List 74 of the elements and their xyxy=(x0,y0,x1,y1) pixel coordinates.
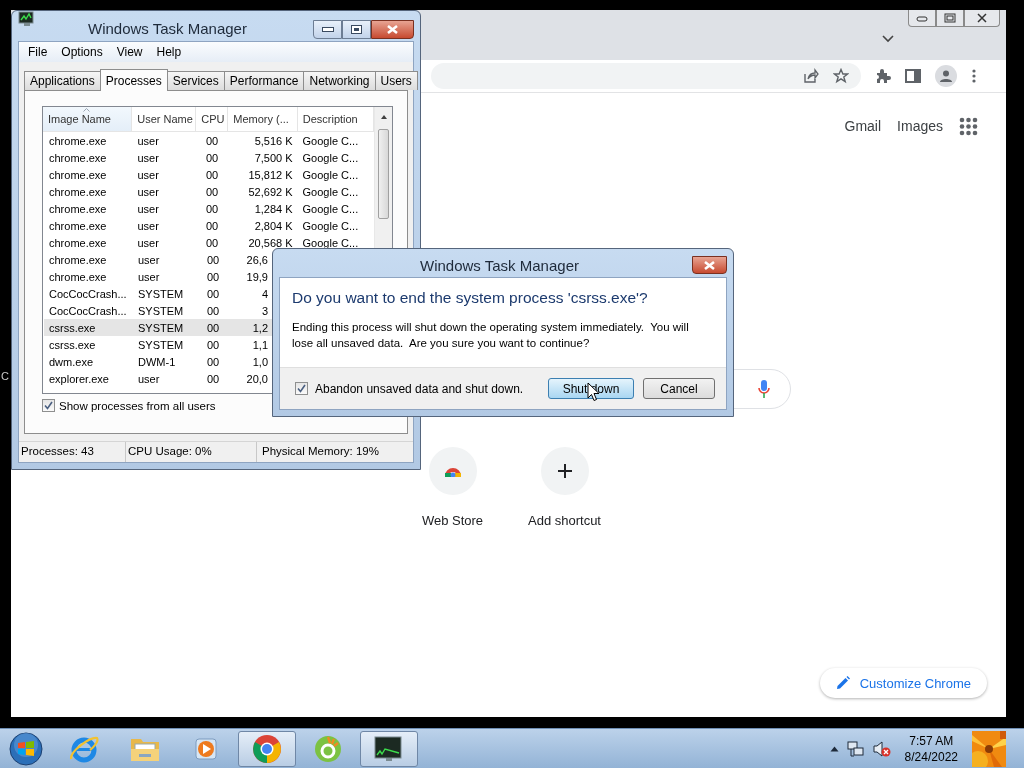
table-cell-text: 00 xyxy=(205,321,221,334)
table-cell-text: 00 xyxy=(204,151,220,164)
table-cell-text: 00 xyxy=(205,287,221,300)
table-cell-text: 00 xyxy=(205,372,221,385)
table-cell-text: chrome.exe xyxy=(48,151,108,164)
dialog-heading: Do you want to end the system process 'csrss.exe'? xyxy=(292,289,649,307)
table-cell-text: chrome.exe xyxy=(48,168,108,181)
table-cell-text: user xyxy=(137,253,161,266)
table-cell-text: 00 xyxy=(204,236,220,249)
table-cell-text: chrome.exe xyxy=(48,253,108,266)
table-cell-text: user xyxy=(137,270,161,283)
table-cell-text: chrome.exe xyxy=(48,236,108,249)
status-text: Processes: 43 xyxy=(19,442,126,462)
table-cell-text: 20,0 xyxy=(245,372,269,385)
window-title: Windows Task Manager xyxy=(88,20,247,37)
table-cell-text: 00 xyxy=(205,304,221,317)
table-cell-text: user xyxy=(136,236,160,249)
status-text: CPU Usage: 0% xyxy=(126,442,257,462)
table-cell-text: user xyxy=(136,134,160,147)
table-cell-text: Google C... xyxy=(301,151,360,164)
table-cell-text: 7,500 K xyxy=(253,151,294,164)
table-cell-text: 20,568 K xyxy=(247,236,294,249)
table-cell-text: 00 xyxy=(205,253,221,266)
table-cell-text: 00 xyxy=(204,202,220,215)
table-cell-text: 52,692 K xyxy=(247,185,294,198)
table-cell-text: user xyxy=(136,219,160,232)
status-text: Physical Memory: 19% xyxy=(261,444,380,459)
table-cell-text: Google C... xyxy=(301,219,360,232)
table-cell-text: Google C... xyxy=(301,185,360,198)
table-cell-text: chrome.exe xyxy=(48,219,108,232)
table-cell-text: CocCocCrash... xyxy=(48,287,128,300)
table-cell-text: 4 xyxy=(260,287,269,300)
table-cell-text: Google C... xyxy=(301,202,360,215)
table-cell-text: user xyxy=(137,372,161,385)
table-cell-text: user xyxy=(136,151,160,164)
table-cell-text: Google C... xyxy=(301,134,360,147)
table-cell-text: 00 xyxy=(204,134,220,147)
edge-text: C xyxy=(1,370,9,382)
table-cell-text: chrome.exe xyxy=(48,202,108,215)
table-cell-text: dwm.exe xyxy=(48,355,95,368)
table-cell-text: 1,0 xyxy=(251,355,269,368)
table-cell-text: 1,1 xyxy=(251,338,269,351)
table-cell-text: 3 xyxy=(260,304,269,317)
table-cell-text: 00 xyxy=(205,355,221,368)
table-cell-text: 1,2 xyxy=(251,321,269,334)
table-cell-text: SYSTEM xyxy=(137,304,185,317)
table-cell-text: CocCocCrash... xyxy=(48,304,128,317)
table-cell-text: 00 xyxy=(204,219,220,232)
table-cell-text: SYSTEM xyxy=(137,321,185,334)
table-cell-text: explorer.exe xyxy=(48,372,110,385)
table-cell-text: chrome.exe xyxy=(48,134,108,147)
table-cell-text: 00 xyxy=(204,168,220,181)
table-cell-text: Google C... xyxy=(301,236,360,249)
table-cell-text: 15,812 K xyxy=(247,168,294,181)
table-cell-text: csrss.exe xyxy=(48,338,97,351)
table-cell-text: 00 xyxy=(205,270,221,283)
table-cell-text: chrome.exe xyxy=(48,185,108,198)
table-cell-text: 00 xyxy=(204,185,220,198)
table-cell-text: Google C... xyxy=(301,168,360,181)
table-cell-text: 2,804 K xyxy=(253,219,294,232)
table-cell-text: 5,516 K xyxy=(253,134,294,147)
table-cell-text: chrome.exe xyxy=(48,270,108,283)
dialog-title: Windows Task Manager xyxy=(419,257,580,274)
table-cell-text: SYSTEM xyxy=(137,287,185,300)
table-cell-text: 26,6 xyxy=(245,253,269,266)
table-cell-text: user xyxy=(136,168,160,181)
table-cell-text: DWM-1 xyxy=(137,355,177,368)
table-cell-text: 19,9 xyxy=(245,270,269,283)
table-cell-text: user xyxy=(136,202,160,215)
table-cell-text: user xyxy=(136,185,160,198)
table-cell-text: 1,284 K xyxy=(253,202,294,215)
table-cell-text: csrss.exe xyxy=(48,321,97,334)
table-cell-text: SYSTEM xyxy=(137,338,185,351)
table-cell-text: 00 xyxy=(205,338,221,351)
